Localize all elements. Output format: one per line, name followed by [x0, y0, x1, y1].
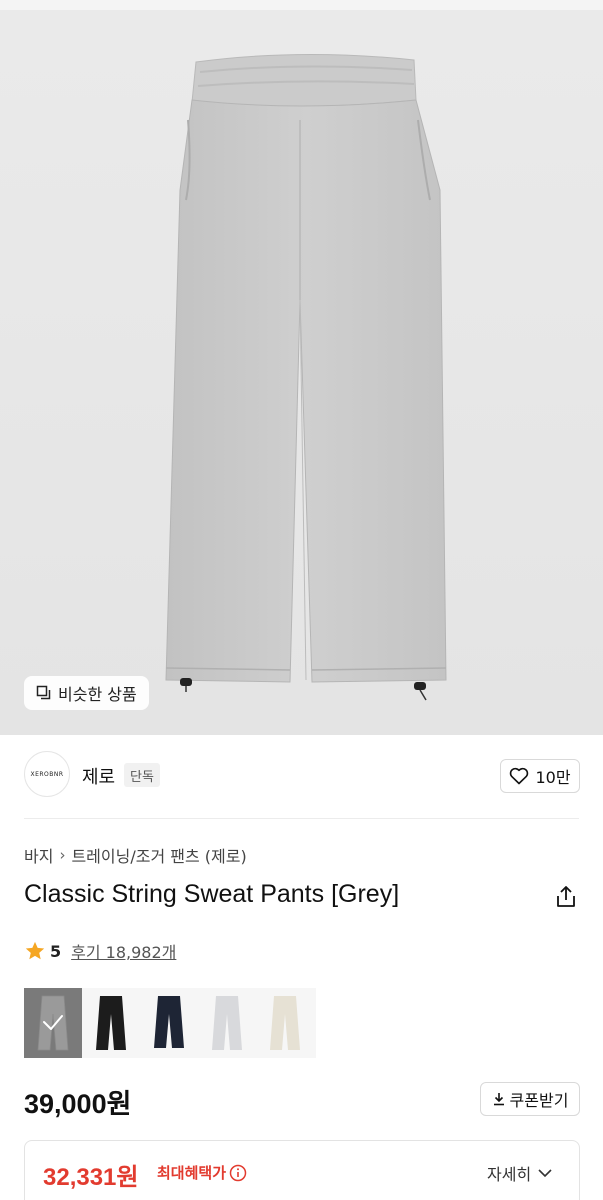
benefit-label-group: 최대혜택가 — [157, 1162, 247, 1183]
similar-products-button[interactable]: 비슷한 상품 — [24, 676, 149, 710]
star-icon — [25, 941, 45, 960]
brand-logo[interactable]: XEROBNR — [24, 751, 70, 797]
benefit-label: 최대혜택가 — [157, 1164, 227, 1182]
heart-icon — [510, 767, 529, 785]
rating-row: 5 후기 18,982개 — [24, 939, 176, 963]
detail-link[interactable]: 자세히 — [487, 1161, 553, 1185]
chevron-down-icon — [538, 1169, 552, 1178]
rating-score: 5 — [50, 941, 62, 961]
detail-label: 자세히 — [487, 1165, 532, 1184]
swatch-navy[interactable] — [140, 988, 198, 1058]
divider — [24, 818, 579, 819]
brand-name[interactable]: 제로 — [82, 763, 115, 789]
share-icon[interactable] — [553, 884, 579, 910]
swatch-black[interactable] — [82, 988, 140, 1058]
info-icon[interactable] — [229, 1164, 247, 1182]
like-button[interactable]: 10만 — [500, 759, 580, 793]
brand-row: XEROBNR 제로 단독 10만 — [0, 751, 603, 801]
max-benefit-box[interactable]: 32,331원 최대혜택가 자세히 — [24, 1140, 580, 1200]
download-icon — [493, 1093, 504, 1106]
coupon-button[interactable]: 쿠폰받기 — [480, 1082, 580, 1116]
breadcrumb-item-subcategory[interactable]: 트레이닝/조거 팬츠 (제로) — [71, 843, 246, 867]
breadcrumb-item-category[interactable]: 바지 — [24, 843, 53, 867]
similar-icon — [36, 685, 51, 700]
benefit-price: 32,331원 — [43, 1164, 139, 1191]
brand-logo-text: XEROBNR — [30, 770, 64, 778]
breadcrumb: 바지 › 트레이닝/조거 팬츠 (제로) — [24, 843, 247, 867]
product-title: Classic String Sweat Pants [Grey] — [24, 880, 400, 908]
chevron-right-icon: › — [59, 846, 66, 864]
reviews-link[interactable]: 후기 18,982개 — [71, 939, 176, 963]
color-swatches — [24, 988, 316, 1058]
swatch-light-grey[interactable] — [198, 988, 256, 1058]
coupon-label: 쿠폰받기 — [509, 1091, 569, 1110]
swatch-grey[interactable] — [24, 988, 82, 1058]
like-count: 10만 — [535, 768, 571, 787]
swatch-cream[interactable] — [256, 988, 314, 1058]
exclusive-badge: 단독 — [124, 763, 160, 787]
similar-products-label: 비슷한 상품 — [58, 685, 137, 704]
product-image-area[interactable]: 비슷한 상품 — [0, 0, 603, 735]
product-price: 39,000원 — [24, 1089, 132, 1119]
product-image — [0, 10, 603, 735]
